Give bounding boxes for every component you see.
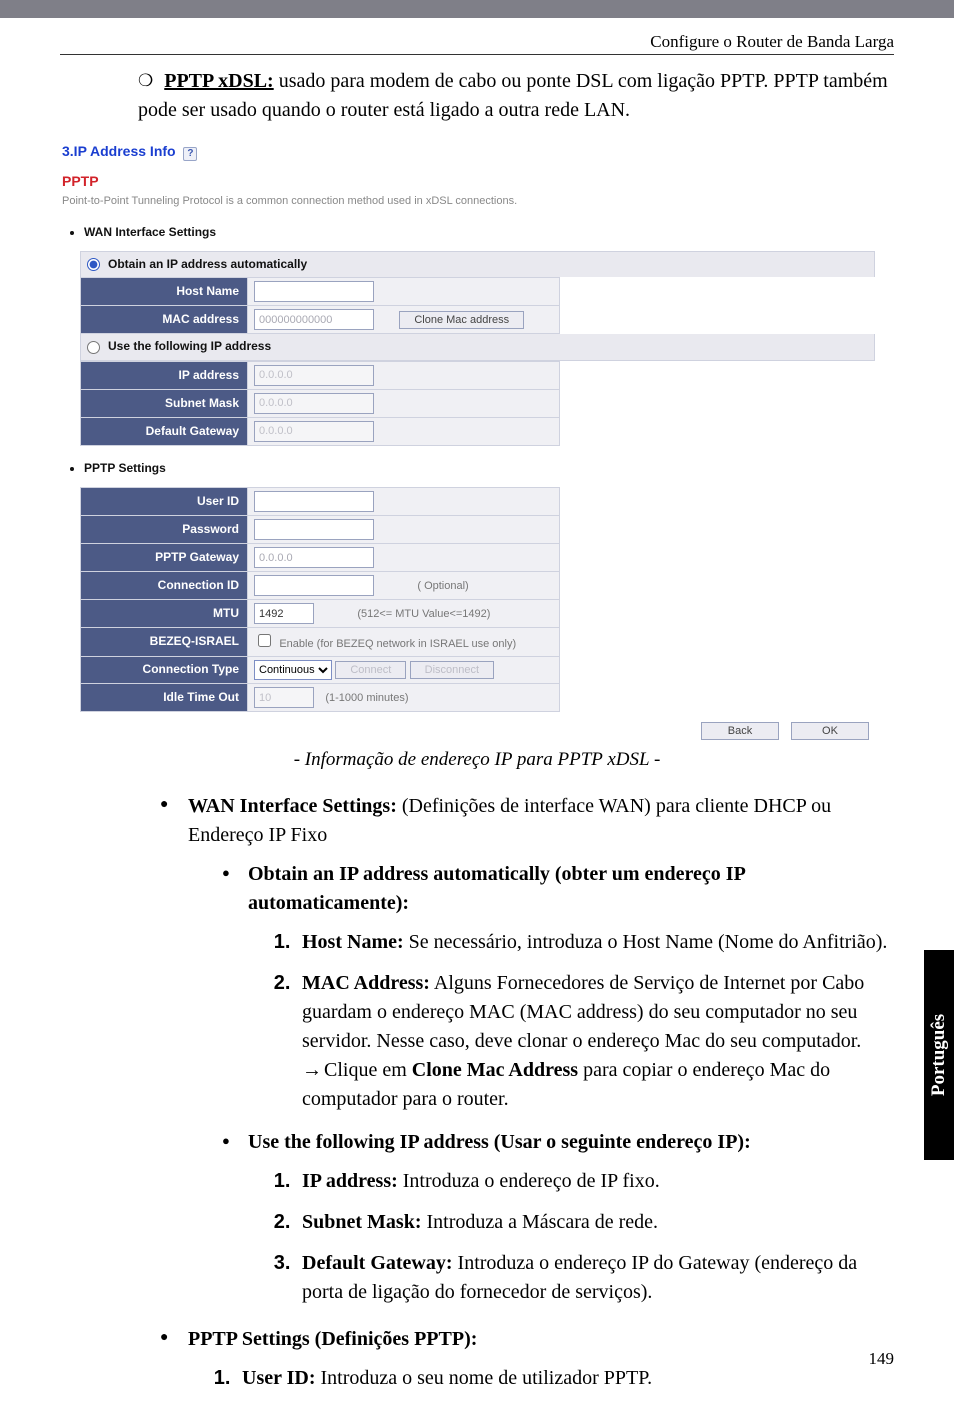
pptp-desc: Point-to-Point Tunneling Protocol is a c…	[62, 194, 875, 210]
mac-input[interactable]	[254, 309, 374, 330]
doc-obtain-2-bold: Clone Mac Address	[412, 1059, 578, 1081]
doc-pptp-title: PPTP Settings (Definições PPTP):	[188, 1328, 477, 1350]
user-id-label: User ID	[81, 488, 248, 516]
section-title: 3.IP Address Info ?	[62, 141, 875, 161]
host-name-label: Host Name	[81, 278, 248, 306]
wan-settings-heading: WAN Interface Settings	[84, 224, 875, 241]
mac-label: MAC address	[81, 306, 248, 334]
conn-id-label: Connection ID	[81, 572, 248, 600]
doc-obtain-1: Host Name: Se necessário, introduza o Ho…	[296, 928, 894, 957]
password-label: Password	[81, 516, 248, 544]
pptp-gateway-label: PPTP Gateway	[81, 544, 248, 572]
mask-label: Subnet Mask	[81, 389, 248, 417]
doc-wan-title: WAN Interface Settings:	[188, 795, 397, 817]
conn-type-label: Connection Type	[81, 657, 248, 684]
doc-static-3: Default Gateway: Introduza o endereço IP…	[296, 1249, 894, 1307]
back-button[interactable]: Back	[701, 722, 779, 740]
doc-static-3-title: Default Gateway:	[302, 1252, 453, 1274]
doc-obtain-2: MAC Address: Alguns Fornecedores de Serv…	[296, 969, 894, 1114]
intro-label: PPTP xDSL:	[164, 70, 273, 92]
bezeq-hint: Enable (for BEZEQ network in ISRAEL use …	[279, 638, 516, 650]
bezeq-label: BEZEQ-ISRAEL	[81, 628, 248, 657]
doc-obtain-title: Obtain an IP address automatically (obte…	[248, 863, 745, 914]
mtu-label: MTU	[81, 600, 248, 628]
top-stripe	[0, 0, 954, 18]
user-id-input[interactable]	[254, 491, 374, 512]
idle-label: Idle Time Out	[81, 684, 248, 712]
doc-pptp-1-title: User ID:	[242, 1367, 316, 1389]
pptp-settings-heading: PPTP Settings	[84, 460, 875, 477]
doc-static-1-title: IP address:	[302, 1170, 398, 1192]
bezeq-checkbox[interactable]	[258, 634, 271, 647]
idle-input[interactable]	[254, 687, 314, 708]
disconnect-button[interactable]: Disconnect	[410, 661, 494, 679]
clone-mac-button[interactable]: Clone Mac address	[399, 311, 524, 329]
doc-static-2: Subnet Mask: Introduza a Máscara de rede…	[296, 1208, 894, 1237]
idle-hint: (1-1000 minutes)	[325, 692, 408, 704]
gw-input[interactable]	[254, 421, 374, 442]
arrow-icon: →	[302, 1059, 322, 1081]
doc-obtain-2-title: MAC Address:	[302, 972, 430, 994]
doc-obtain-item: Obtain an IP address automatically (obte…	[222, 860, 894, 1114]
pptp-heading: PPTP	[62, 171, 875, 191]
ip-label: IP address	[81, 361, 248, 389]
doc-pptp-item: PPTP Settings (Definições PPTP): User ID…	[160, 1325, 894, 1393]
mask-input[interactable]	[254, 393, 374, 414]
conn-id-input[interactable]	[254, 575, 374, 596]
radio-obtain-auto[interactable]	[87, 258, 100, 271]
doc-obtain-2-arrow: Clique em	[324, 1059, 407, 1081]
connect-button[interactable]: Connect	[335, 661, 406, 679]
mtu-hint: (512<= MTU Value<=1492)	[357, 608, 490, 620]
radio-static-ip-label: Use the following IP address	[108, 338, 271, 355]
radio-static-ip[interactable]	[87, 341, 100, 354]
doc-static-1-body: Introduza o endereço de IP fixo.	[403, 1170, 660, 1192]
header-title: Configure o Router de Banda Larga	[60, 32, 894, 55]
language-side-tab: Português	[924, 950, 954, 1160]
doc-static-2-title: Subnet Mask:	[302, 1211, 421, 1233]
doc-static-item: Use the following IP address (Usar o seg…	[222, 1128, 894, 1307]
host-name-input[interactable]	[254, 281, 374, 302]
doc-obtain-1-title: Host Name:	[302, 931, 404, 953]
radio-obtain-auto-label: Obtain an IP address automatically	[108, 256, 307, 273]
doc-static-title: Use the following IP address (Usar o seg…	[248, 1131, 751, 1153]
doc-pptp-1-body: Introduza o seu nome de utilizador PPTP.	[321, 1367, 653, 1389]
intro-paragraph: ❍ PPTP xDSL: usado para modem de cabo ou…	[138, 67, 894, 125]
help-icon[interactable]: ?	[183, 147, 197, 161]
pptp-gateway-input[interactable]	[254, 547, 374, 568]
mtu-input[interactable]	[254, 603, 314, 624]
gw-label: Default Gateway	[81, 417, 248, 445]
doc-obtain-1-body: Se necessário, introduza o Host Name (No…	[409, 931, 888, 953]
figure-caption: - Informação de endereço IP para PPTP xD…	[60, 746, 894, 774]
doc-static-2-body: Introduza a Máscara de rede.	[426, 1211, 658, 1233]
doc-pptp-1: User ID: Introduza o seu nome de utiliza…	[236, 1364, 894, 1393]
ok-button[interactable]: OK	[791, 722, 869, 740]
screenshot-panel: 3.IP Address Info ? PPTP Point-to-Point …	[60, 139, 875, 740]
language-side-tab-label: Português	[928, 1014, 950, 1096]
doc-wan-item: WAN Interface Settings: (Definições de i…	[160, 792, 894, 1307]
conn-type-select[interactable]: Continuous	[254, 660, 332, 680]
ip-input[interactable]	[254, 365, 374, 386]
doc-static-1: IP address: Introduza o endereço de IP f…	[296, 1167, 894, 1196]
password-input[interactable]	[254, 519, 374, 540]
page-number: 149	[869, 1349, 895, 1369]
conn-id-hint: ( Optional)	[417, 580, 468, 592]
